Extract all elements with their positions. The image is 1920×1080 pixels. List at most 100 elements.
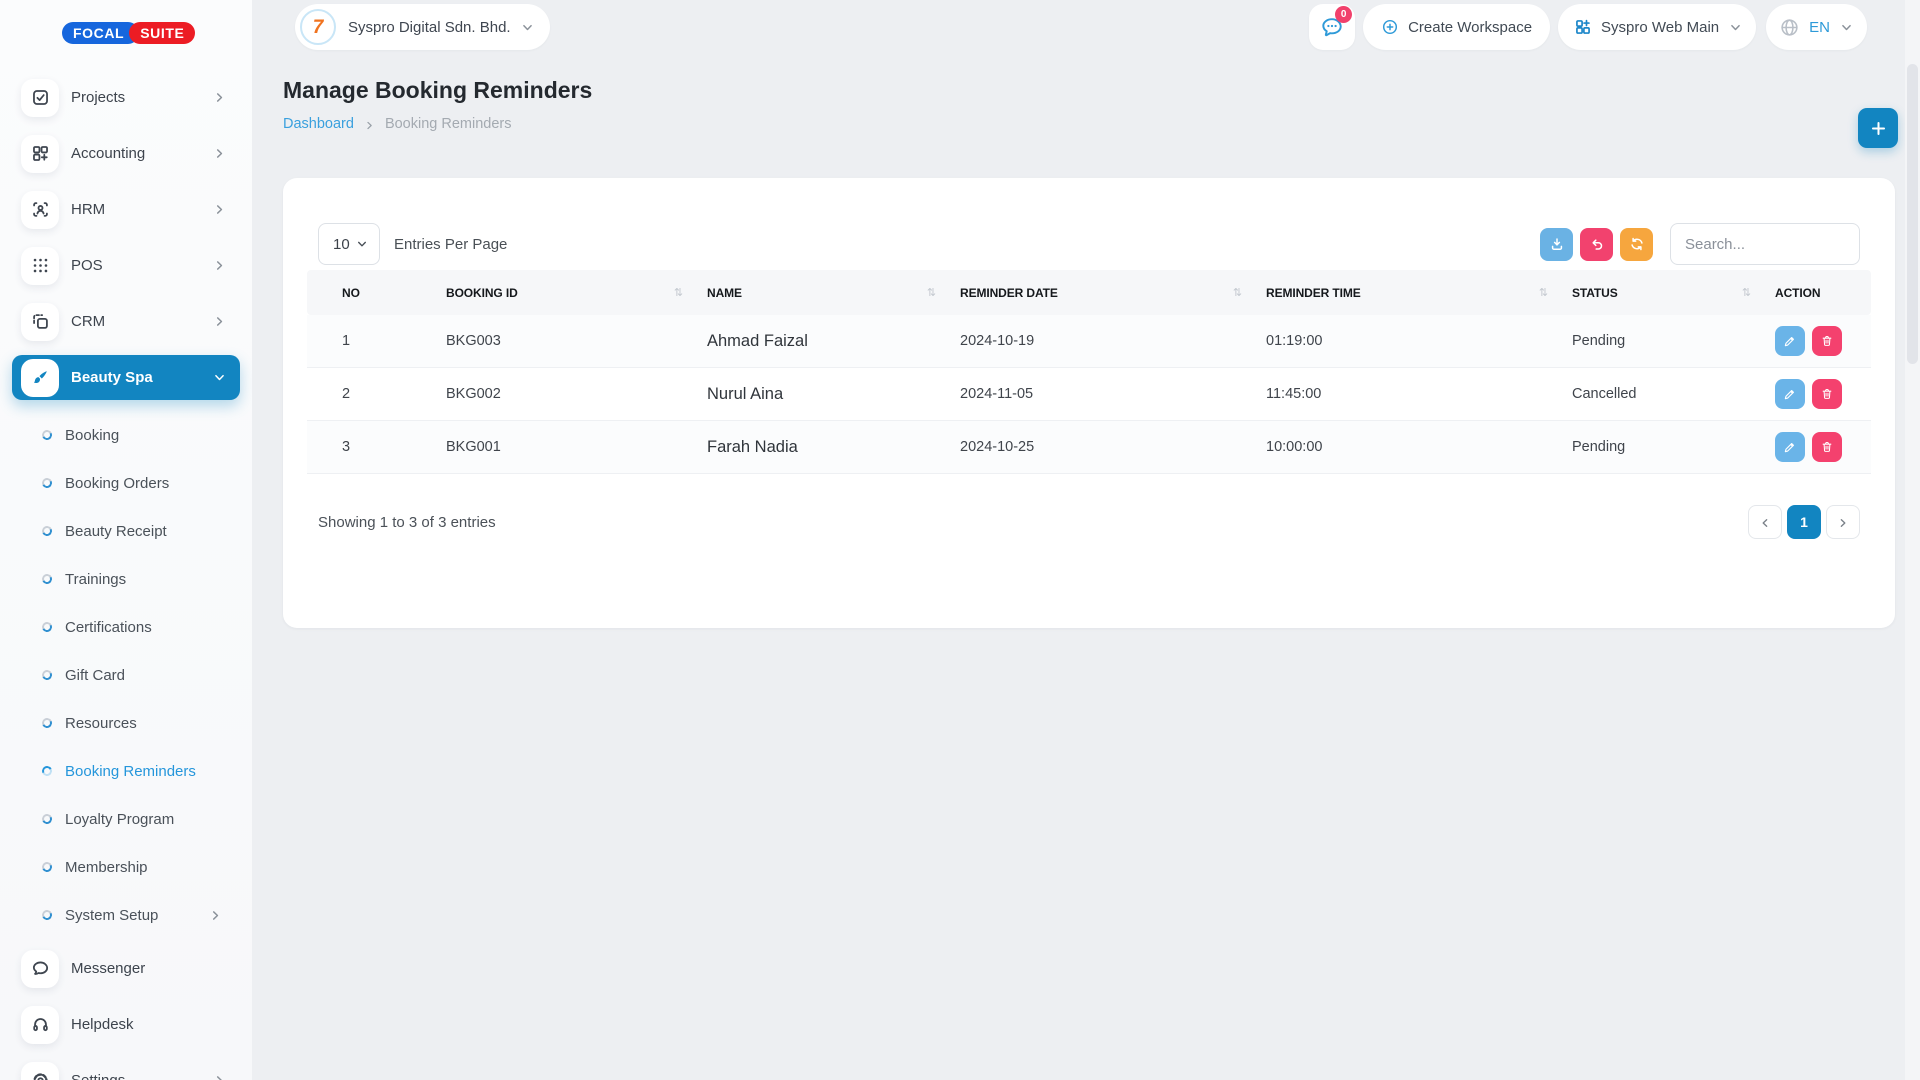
chevron-left-icon [1759, 516, 1771, 528]
language-selector[interactable]: EN [1766, 4, 1867, 50]
delete-button[interactable] [1812, 432, 1842, 462]
checkbox-icon [31, 88, 50, 107]
page-scrollbar [1905, 0, 1920, 1080]
sidebar-submenu-item[interactable]: Booking Orders [0, 459, 252, 507]
refresh-button[interactable] [1620, 228, 1653, 261]
sidebar-module-label: CRM [71, 313, 105, 330]
sidebar-module-item[interactable]: CRM [12, 299, 240, 344]
breadcrumb: Dashboard Booking Reminders [283, 116, 1920, 132]
undo-icon [1589, 236, 1605, 252]
sidebar-submenu-item[interactable]: Gift Card [0, 651, 252, 699]
plus-icon [1870, 120, 1887, 137]
pagination-next-button[interactable] [1826, 505, 1860, 539]
chevron-down-icon [521, 21, 534, 34]
sidebar-footer-item[interactable]: Helpdesk [12, 1002, 240, 1047]
chevron-icon [213, 147, 226, 160]
globe-icon [1779, 17, 1800, 38]
bullet-icon [41, 909, 54, 922]
delete-button[interactable] [1812, 326, 1842, 356]
sidebar-submenu-label: Loyalty Program [65, 811, 174, 828]
pagination-prev-button[interactable] [1748, 505, 1782, 539]
edit-button[interactable] [1775, 326, 1805, 356]
delete-button[interactable] [1812, 379, 1842, 409]
sidebar-submenu-label: System Setup [65, 907, 158, 924]
create-workspace-button[interactable]: Create Workspace [1363, 4, 1550, 50]
table-column-header[interactable]: STATUS ⇅ [1572, 270, 1775, 315]
sidebar-modules: Projects Accounting HRM POS CRM Bea [0, 75, 252, 400]
table-column-header[interactable]: ACTION [1775, 270, 1871, 315]
scrollbar-thumb[interactable] [1907, 64, 1918, 364]
trash-icon [1820, 387, 1834, 401]
company-selector[interactable]: 7 Syspro Digital Sdn. Bhd. [295, 4, 550, 50]
bullet-icon [41, 765, 54, 778]
sidebar-submenu-item[interactable]: Beauty Receipt [0, 507, 252, 555]
sidebar-submenu-label: Certifications [65, 619, 152, 636]
person-frame-icon [31, 200, 50, 219]
Nurul Aina: 2 BKG002 Nurul Aina 2024-11-05 11:45:00 … [307, 368, 1871, 421]
sidebar-footer-items: Messenger Helpdesk Settings [0, 946, 252, 1080]
sidebar-module-item[interactable]: POS [12, 243, 240, 288]
table-column-header[interactable]: REMINDER TIME ⇅ [1266, 270, 1572, 315]
add-reminder-button[interactable] [1858, 108, 1898, 148]
edit-button[interactable] [1775, 379, 1805, 409]
table-column-header[interactable]: NAME ⇅ [707, 270, 960, 315]
download-icon [1549, 236, 1565, 252]
sidebar-submenu-item[interactable]: System Setup [0, 891, 252, 939]
sidebar-footer-item[interactable]: Settings [12, 1058, 240, 1080]
sidebar-submenu-item[interactable]: Booking [0, 411, 252, 459]
sidebar-submenu-label: Booking [65, 427, 119, 444]
paintbrush-icon [31, 368, 50, 387]
bullet-icon [41, 813, 54, 826]
grid-plus-icon [31, 144, 50, 163]
topbar: 7 Syspro Digital Sdn. Bhd. 0 Create Work… [252, 0, 1920, 55]
sidebar-module-item[interactable]: Accounting [12, 131, 240, 176]
logo-focal: FOCAL [62, 22, 139, 44]
chevron-down-icon [1729, 21, 1742, 34]
entries-per-page-select[interactable]: 10 [318, 223, 380, 265]
edit-button[interactable] [1775, 432, 1805, 462]
sort-icon: ⇅ [1539, 286, 1548, 299]
sidebar-module-item[interactable]: Projects [12, 75, 240, 120]
trash-icon [1820, 334, 1834, 348]
breadcrumb-dashboard-link[interactable]: Dashboard [283, 116, 354, 132]
pencil-icon [1783, 440, 1797, 454]
bullet-icon [41, 525, 54, 538]
sidebar-module-label: Projects [71, 89, 125, 106]
chevron-icon [213, 203, 226, 216]
sidebar-module-label: Accounting [71, 145, 145, 162]
search-input[interactable] [1670, 223, 1860, 265]
sidebar-module-item[interactable]: Beauty Spa [12, 355, 240, 400]
sidebar-submenu-item[interactable]: Certifications [0, 603, 252, 651]
workspace-menu[interactable]: Syspro Web Main [1558, 4, 1756, 50]
bullet-icon [41, 477, 54, 490]
company-logo: 7 [300, 9, 336, 45]
cell-reminder-time: 01:19:00 [1266, 333, 1572, 349]
sidebar-submenu-item[interactable]: Booking Reminders [0, 747, 252, 795]
cell-actions [1775, 379, 1871, 409]
export-button[interactable] [1540, 228, 1573, 261]
sort-icon: ⇅ [1742, 286, 1751, 299]
chevron-down-icon [356, 238, 368, 250]
trash-icon [1820, 440, 1834, 454]
table-column-header[interactable]: BOOKING ID ⇅ [446, 270, 707, 315]
chevron-icon [213, 1074, 226, 1080]
sidebar-submenu-item[interactable]: Trainings [0, 555, 252, 603]
sidebar-module-label: HRM [71, 201, 105, 218]
chat-button[interactable]: 0 [1309, 4, 1355, 50]
cell-name: Ahmad Faizal [707, 332, 960, 351]
sidebar-module-label: POS [71, 257, 103, 274]
sidebar-footer-item[interactable]: Messenger [12, 946, 240, 991]
sidebar-module-item[interactable]: HRM [12, 187, 240, 232]
gear-icon [31, 1071, 50, 1080]
workspace-grid-icon [1574, 18, 1592, 36]
pagination-page-1[interactable]: 1 [1787, 505, 1821, 539]
sidebar-submenu-item[interactable]: Resources [0, 699, 252, 747]
sidebar-submenu-item[interactable]: Membership [0, 843, 252, 891]
refresh-icon [1629, 236, 1645, 252]
sidebar-submenu-item[interactable]: Loyalty Program [0, 795, 252, 843]
table-column-header[interactable]: NO [307, 270, 446, 315]
plus-circle-icon [1381, 18, 1399, 36]
undo-button[interactable] [1580, 228, 1613, 261]
chevron-icon [209, 909, 222, 922]
table-column-header[interactable]: REMINDER DATE ⇅ [960, 270, 1266, 315]
